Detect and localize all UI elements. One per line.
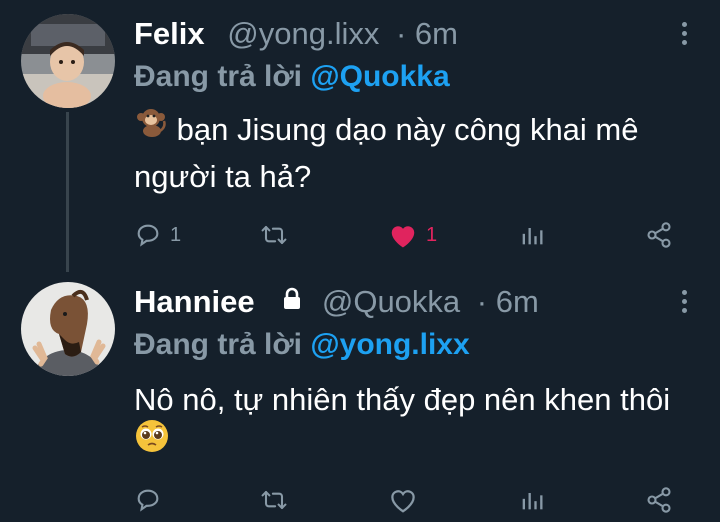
- like-button[interactable]: [388, 480, 426, 520]
- tweet-header: Felix @yong.lixx · 6m: [134, 14, 458, 54]
- analytics-button[interactable]: [518, 480, 546, 520]
- mention-link[interactable]: @yong.lixx: [310, 328, 469, 361]
- display-name[interactable]: Felix: [134, 16, 205, 51]
- like-button[interactable]: 1: [388, 215, 437, 255]
- heart-outline-icon: [391, 490, 415, 513]
- tweet-actions: [0, 480, 720, 520]
- pleading-face-emoji-icon: [134, 418, 170, 466]
- user-handle[interactable]: @yong.lixx: [227, 16, 379, 51]
- reply-count: 1: [170, 223, 182, 246]
- replying-prefix: Đang trả lời: [134, 60, 303, 93]
- tweet[interactable]: Hanniee @Quokka · 6m Đang trả lời @yong.…: [0, 272, 720, 522]
- reply-icon: [137, 489, 159, 512]
- tweet-time[interactable]: · 6m: [396, 16, 458, 51]
- retweet-button[interactable]: [258, 215, 290, 255]
- more-options-icon[interactable]: [680, 290, 688, 318]
- baby-photo-avatar: [21, 14, 115, 108]
- tweet-text: Nô nô, tự nhiên thấy đẹp nên khen thôi: [134, 378, 704, 470]
- avatar[interactable]: [21, 14, 115, 108]
- tweet[interactable]: Felix @yong.lixx · 6m Đang trả lời @Quok…: [0, 0, 720, 272]
- tweet-header: Hanniee @Quokka · 6m: [134, 282, 539, 322]
- share-button[interactable]: [644, 215, 674, 255]
- more-options-icon[interactable]: [680, 22, 688, 50]
- avatar[interactable]: [21, 282, 115, 376]
- reply-button[interactable]: 1: [134, 215, 181, 255]
- retweet-icon: [261, 225, 287, 245]
- monkey-emoji-icon: [134, 105, 168, 151]
- tweet-text: bạn Jisung dạo này công khai mê người ta…: [134, 108, 694, 199]
- reply-icon: [137, 224, 159, 247]
- heart-filled-icon: [391, 226, 415, 248]
- share-button[interactable]: [644, 480, 674, 520]
- analytics-icon: [522, 493, 543, 510]
- replying-to: Đang trả lời @yong.lixx: [134, 325, 470, 365]
- replying-prefix: Đang trả lời: [134, 328, 303, 361]
- retweet-icon: [261, 490, 287, 510]
- mention-link[interactable]: @Quokka: [310, 60, 449, 93]
- share-icon: [647, 222, 671, 248]
- horse-mask-photo-avatar: [21, 282, 115, 376]
- lock-icon: [281, 281, 303, 321]
- user-handle[interactable]: @Quokka: [322, 284, 460, 319]
- tweet-body-text: Nô nô, tự nhiên thấy đẹp nên khen thôi: [134, 382, 671, 417]
- reply-button[interactable]: [134, 480, 170, 520]
- tweet-actions: 1 1: [0, 215, 720, 255]
- tweet-body-text: bạn Jisung dạo này công khai mê người ta…: [134, 112, 639, 194]
- replying-to: Đang trả lời @Quokka: [134, 57, 450, 97]
- tweet-time[interactable]: · 6m: [477, 284, 539, 319]
- share-icon: [647, 487, 671, 513]
- display-name[interactable]: Hanniee: [134, 284, 255, 319]
- analytics-icon: [522, 228, 543, 245]
- like-count: 1: [426, 223, 438, 246]
- analytics-button[interactable]: [518, 215, 546, 255]
- retweet-button[interactable]: [258, 480, 290, 520]
